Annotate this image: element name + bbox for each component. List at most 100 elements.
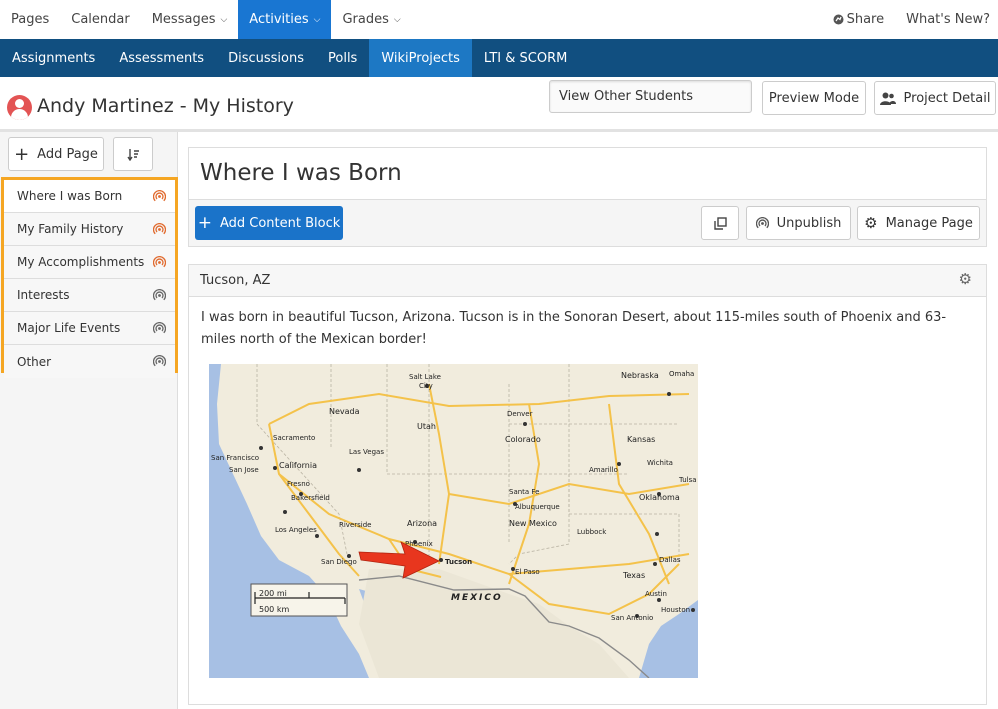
tab-discussions[interactable]: Discussions (216, 39, 316, 77)
whats-new-label: What's New? (906, 12, 990, 27)
svg-text:Los Angeles: Los Angeles (275, 526, 317, 534)
add-page-button[interactable]: + Add Page (8, 137, 104, 171)
svg-text:Sacramento: Sacramento (273, 434, 315, 442)
add-content-block-label: Add Content Block (219, 215, 341, 231)
plus-icon: + (197, 213, 212, 233)
avatar (7, 95, 32, 120)
map-image: Salt Lake City Nevada Utah Colorado Kansa… (209, 364, 698, 678)
plus-icon: + (14, 143, 30, 165)
page-label: Interests (17, 288, 70, 302)
tab-polls[interactable]: Polls (316, 39, 369, 77)
wiki-page-title: Where I was Born (200, 160, 402, 186)
unpublish-label: Unpublish (776, 215, 842, 231)
page-header: Where I was Born (188, 147, 987, 199)
svg-text:Nebraska: Nebraska (621, 371, 659, 380)
add-page-label: Add Page (37, 146, 98, 162)
users-icon (879, 92, 896, 105)
gear-icon: ⚙ (864, 214, 878, 232)
whats-new-link[interactable]: What's New? (895, 0, 998, 39)
tab-label: WikiProjects (381, 50, 460, 66)
svg-text:Colorado: Colorado (505, 435, 541, 444)
svg-text:Salt Lake: Salt Lake (409, 373, 441, 381)
broadcast-icon (755, 216, 769, 228)
nav-pages[interactable]: Pages (0, 0, 60, 39)
map-scale-km: 500 km (259, 605, 289, 614)
nav-activities[interactable]: Activities ⌵ (238, 0, 332, 39)
project-detail-button[interactable]: Project Detail (874, 81, 996, 115)
tab-assessments[interactable]: Assessments (107, 39, 216, 77)
svg-text:New Mexico: New Mexico (509, 519, 557, 528)
sidebar-item-my-family-history[interactable]: My Family History (4, 213, 175, 246)
svg-text:Santa Fe: Santa Fe (509, 488, 539, 496)
tab-wikiprojects[interactable]: WikiProjects (369, 39, 472, 77)
svg-text:Amarillo: Amarillo (589, 466, 618, 474)
sidebar-item-other[interactable]: Other (4, 345, 175, 378)
map-scale-mi: 200 mi (259, 589, 287, 598)
broadcast-unpublished-icon (153, 322, 166, 334)
preview-mode-button[interactable]: Preview Mode (762, 81, 866, 115)
tab-assignments[interactable]: Assignments (0, 39, 107, 77)
svg-text:Albuquerque: Albuquerque (515, 503, 560, 511)
broadcast-unpublished-icon (153, 289, 166, 301)
unpublish-button[interactable]: Unpublish (746, 206, 851, 240)
nav-calendar-label: Calendar (71, 12, 130, 27)
tab-label: LTI & SCORM (483, 50, 568, 66)
tab-lti-scorm[interactable]: LTI & SCORM (472, 39, 579, 77)
share-label: Share (846, 12, 885, 27)
svg-text:Riverside: Riverside (339, 521, 371, 529)
chevron-down-icon: ⌵ (220, 14, 228, 25)
share-icon (833, 14, 844, 25)
content-block: Tucson, AZ ⚙ I was born in beautiful Tuc… (188, 264, 987, 705)
tab-label: Assessments (119, 50, 205, 66)
svg-text:Arizona: Arizona (407, 519, 437, 528)
svg-text:El Paso: El Paso (515, 568, 540, 576)
svg-text:Houston: Houston (661, 606, 690, 614)
manage-page-label: Manage Page (885, 215, 973, 231)
sort-pages-button[interactable] (113, 137, 153, 171)
view-other-students-select[interactable]: View Other Students (549, 80, 752, 113)
broadcast-published-icon (153, 190, 166, 202)
nav-pages-label: Pages (11, 12, 50, 27)
svg-text:Wichita: Wichita (647, 459, 673, 467)
share-button[interactable]: Share (822, 0, 896, 39)
svg-text:San Jose: San Jose (229, 466, 259, 474)
preview-mode-label: Preview Mode (768, 90, 860, 106)
content-block-title: Tucson, AZ (200, 273, 271, 288)
svg-text:Denver: Denver (507, 410, 533, 418)
nav-messages[interactable]: Messages ⌵ (141, 0, 239, 39)
svg-text:Nevada: Nevada (329, 407, 360, 416)
view-other-students-label: View Other Students (559, 89, 693, 104)
svg-text:San Antonio: San Antonio (611, 614, 653, 622)
chevron-down-icon: ⌵ (313, 14, 321, 25)
sort-icon (126, 148, 139, 161)
nav-grades-label: Grades (342, 12, 389, 27)
page-title: Andy Martinez - My History (37, 95, 294, 117)
svg-text:Tucson: Tucson (445, 558, 472, 566)
manage-page-button[interactable]: ⚙ Manage Page (857, 206, 980, 240)
nav-calendar[interactable]: Calendar (60, 0, 140, 39)
svg-text:Lubbock: Lubbock (577, 528, 607, 536)
svg-text:MEXICO: MEXICO (451, 593, 503, 603)
page-list: Where I was Born My Family History My Ac… (1, 177, 178, 378)
sidebar-item-where-i-was-born[interactable]: Where I was Born (4, 180, 175, 213)
project-detail-label: Project Detail (903, 90, 991, 106)
tab-label: Polls (328, 50, 358, 66)
svg-text:Omaha: Omaha (669, 370, 694, 378)
tab-label: Assignments (12, 50, 96, 66)
nav-messages-label: Messages (151, 12, 216, 27)
sub-nav: Assignments Assessments Discussions Poll… (0, 39, 998, 77)
svg-text:California: California (279, 461, 317, 470)
broadcast-published-icon (153, 256, 166, 268)
add-content-block-button[interactable]: + Add Content Block (195, 206, 343, 240)
sidebar-item-interests[interactable]: Interests (4, 279, 175, 312)
gear-icon[interactable]: ⚙ (959, 270, 972, 288)
copy-icon (713, 216, 727, 230)
copy-page-button[interactable] (701, 206, 739, 240)
top-nav: Pages Calendar Messages ⌵ Activities ⌵ Gra… (0, 0, 998, 39)
sidebar-item-major-life-events[interactable]: Major Life Events (4, 312, 175, 345)
sidebar-item-my-accomplishments[interactable]: My Accomplishments (4, 246, 175, 279)
svg-text:San Francisco: San Francisco (211, 454, 259, 462)
svg-text:Texas: Texas (622, 571, 645, 580)
nav-activities-label: Activities (249, 12, 309, 27)
nav-grades[interactable]: Grades ⌵ (331, 0, 411, 39)
